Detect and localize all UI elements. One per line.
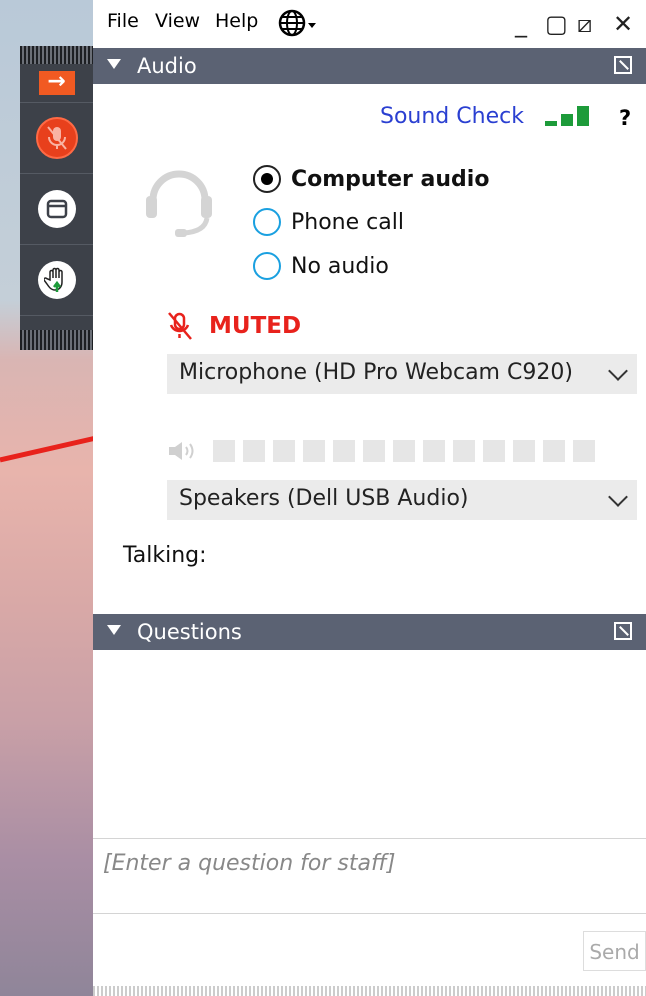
radio-computer-audio[interactable] [253, 165, 281, 193]
level-segment [453, 440, 475, 462]
control-panel: File View Help _ ▢ ⧄ ✕ Audio Sound Check… [93, 0, 646, 996]
window-icon [37, 190, 76, 228]
chevron-down-icon [608, 361, 628, 381]
option-computer-audio[interactable]: Computer audio [253, 162, 489, 196]
option-label: No audio [291, 253, 389, 279]
muted-label: MUTED [209, 313, 302, 339]
question-input[interactable]: [Enter a question for staff] [93, 838, 646, 914]
audio-level-meter [167, 437, 603, 465]
menu-help[interactable]: Help [215, 10, 258, 32]
collapse-triangle-icon [107, 59, 121, 69]
questions-header[interactable]: Questions [93, 614, 646, 650]
send-button[interactable]: Send [583, 931, 646, 971]
option-no-audio[interactable]: No audio [253, 249, 389, 283]
menu-file[interactable]: File [107, 10, 139, 32]
level-segment [273, 440, 295, 462]
strip-grip-top[interactable] [20, 46, 93, 64]
resize-grip[interactable] [93, 986, 646, 996]
collapse-triangle-icon [107, 625, 121, 635]
restore-button[interactable]: ⧄ [577, 10, 592, 38]
option-label: Computer audio [291, 166, 490, 192]
popout-icon[interactable] [614, 622, 632, 640]
question-placeholder: [Enter a question for staff] [103, 851, 396, 876]
show-panel-button[interactable] [20, 174, 93, 245]
headset-icon [146, 170, 212, 237]
mic-muted-icon [168, 312, 192, 340]
questions-header-title: Questions [137, 620, 242, 644]
radio-no-audio[interactable] [253, 252, 281, 280]
mute-toggle-button[interactable] [20, 103, 93, 174]
speaker-icon [169, 442, 194, 460]
talking-label: Talking: [123, 543, 207, 568]
audio-header-title: Audio [137, 54, 197, 78]
microphone-value: Microphone (HD Pro Webcam C920) [179, 360, 573, 385]
menu-bar: File View Help _ ▢ ⧄ ✕ [93, 0, 646, 46]
microphone-select[interactable]: Microphone (HD Pro Webcam C920) [167, 354, 637, 394]
level-segment [213, 440, 235, 462]
audio-header[interactable]: Audio [93, 48, 646, 84]
level-segment [513, 440, 535, 462]
maximize-button[interactable]: ▢ [545, 10, 568, 38]
chevron-down-icon [608, 487, 628, 507]
globe-icon [278, 9, 316, 37]
strip-grip-bottom[interactable] [20, 330, 93, 350]
arrow-right-icon: → [38, 71, 75, 95]
language-button[interactable] [277, 8, 321, 42]
sound-check-link[interactable]: Sound Check [380, 104, 524, 129]
speakers-value: Speakers (Dell USB Audio) [179, 486, 469, 511]
level-segment [333, 440, 355, 462]
level-segment [573, 440, 595, 462]
menu-view[interactable]: View [155, 10, 200, 32]
collapse-button[interactable]: → [20, 64, 93, 103]
level-segment [303, 440, 325, 462]
level-segment [423, 440, 445, 462]
help-icon[interactable]: ? [619, 106, 631, 130]
raise-hand-icon [37, 261, 76, 299]
speakers-select[interactable]: Speakers (Dell USB Audio) [167, 480, 637, 520]
level-segment [543, 440, 565, 462]
popout-icon[interactable] [614, 56, 632, 74]
level-segment [243, 440, 265, 462]
radio-phone-call[interactable] [253, 208, 281, 236]
mic-muted-icon [35, 117, 78, 159]
level-segment [483, 440, 505, 462]
signal-strength-icon [545, 104, 595, 126]
level-segment [393, 440, 415, 462]
option-phone-call[interactable]: Phone call [253, 205, 404, 239]
muted-status[interactable]: MUTED [167, 308, 301, 344]
level-segment [363, 440, 385, 462]
questions-log[interactable] [93, 650, 646, 838]
control-strip: → [20, 46, 93, 350]
option-label: Phone call [291, 209, 404, 235]
raise-hand-button[interactable] [20, 245, 93, 316]
close-button[interactable]: ✕ [613, 10, 633, 38]
minimize-button[interactable]: _ [515, 10, 527, 38]
